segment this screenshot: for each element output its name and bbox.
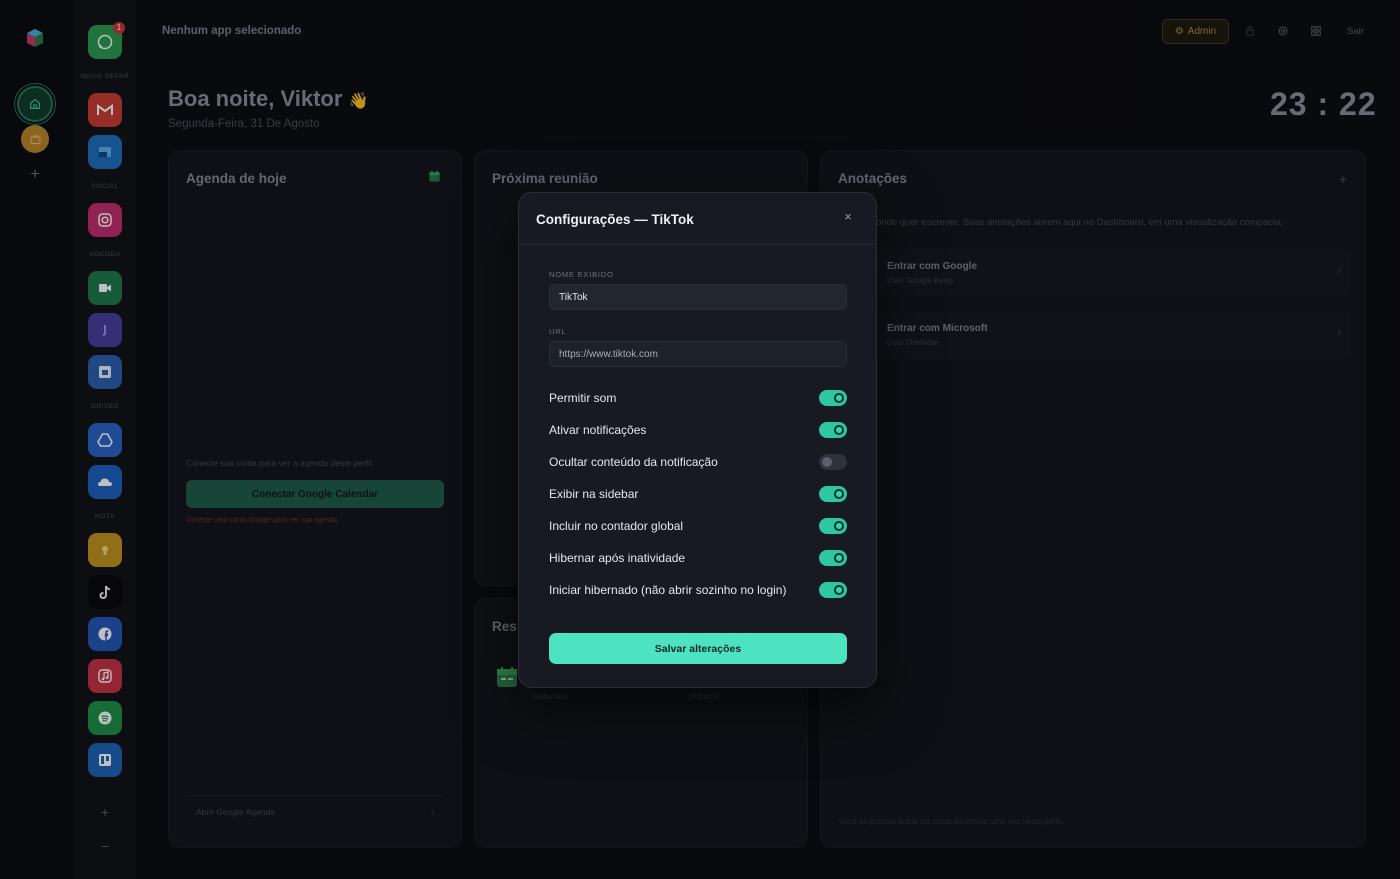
enable-notifications-toggle[interactable]	[819, 422, 847, 438]
toggle-row-hibernate-after-inactivity: Hibernar após inatividade	[549, 548, 847, 568]
toggle-row-show-in-sidebar: Exibir na sidebar	[549, 484, 847, 504]
url-field-label: URL	[549, 327, 567, 336]
url-input[interactable]	[549, 341, 847, 367]
toggle-row-allow-sound: Permitir som	[549, 388, 847, 408]
name-field-label: NOME EXIBIDO	[549, 270, 614, 279]
toggle-knob	[834, 489, 844, 499]
show-in-sidebar-toggle[interactable]	[819, 486, 847, 502]
toggle-label: Exibir na sidebar	[549, 487, 639, 501]
include-global-counter-toggle[interactable]	[819, 518, 847, 534]
hibernate-after-inactivity-toggle[interactable]	[819, 550, 847, 566]
settings-modal: Configurações — TikTok × NOME EXIBIDO UR…	[518, 192, 877, 688]
toggle-row-include-global-counter: Incluir no contador global	[549, 516, 847, 536]
close-icon[interactable]: ×	[841, 210, 855, 224]
toggle-knob	[834, 553, 844, 563]
toggle-label: Incluir no contador global	[549, 519, 684, 533]
hide-notification-content-toggle[interactable]	[819, 454, 847, 470]
toggle-knob	[834, 393, 844, 403]
display-name-input[interactable]	[549, 284, 847, 310]
modal-header: Configurações — TikTok ×	[519, 193, 876, 245]
toggle-knob	[822, 457, 832, 467]
toggle-label: Hibernar após inatividade	[549, 551, 686, 565]
toggle-label: Iniciar hibernado (não abrir sozinho no …	[549, 583, 787, 597]
start-hibernated-toggle[interactable]	[819, 582, 847, 598]
toggle-label: Ativar notificações	[549, 423, 647, 437]
toggle-row-hide-notification-content: Ocultar conteúdo da notificação	[549, 452, 847, 472]
toggle-knob	[834, 585, 844, 595]
allow-sound-toggle[interactable]	[819, 390, 847, 406]
modal-title: Configurações — TikTok	[536, 212, 694, 227]
toggle-knob	[834, 425, 844, 435]
toggle-knob	[834, 521, 844, 531]
toggle-label: Permitir som	[549, 391, 617, 405]
toggle-row-enable-notifications: Ativar notificações	[549, 420, 847, 440]
toggle-row-start-hibernated: Iniciar hibernado (não abrir sozinho no …	[549, 580, 847, 600]
toggle-label: Ocultar conteúdo da notificação	[549, 455, 718, 469]
save-button[interactable]: Salvar alterações	[549, 633, 847, 664]
